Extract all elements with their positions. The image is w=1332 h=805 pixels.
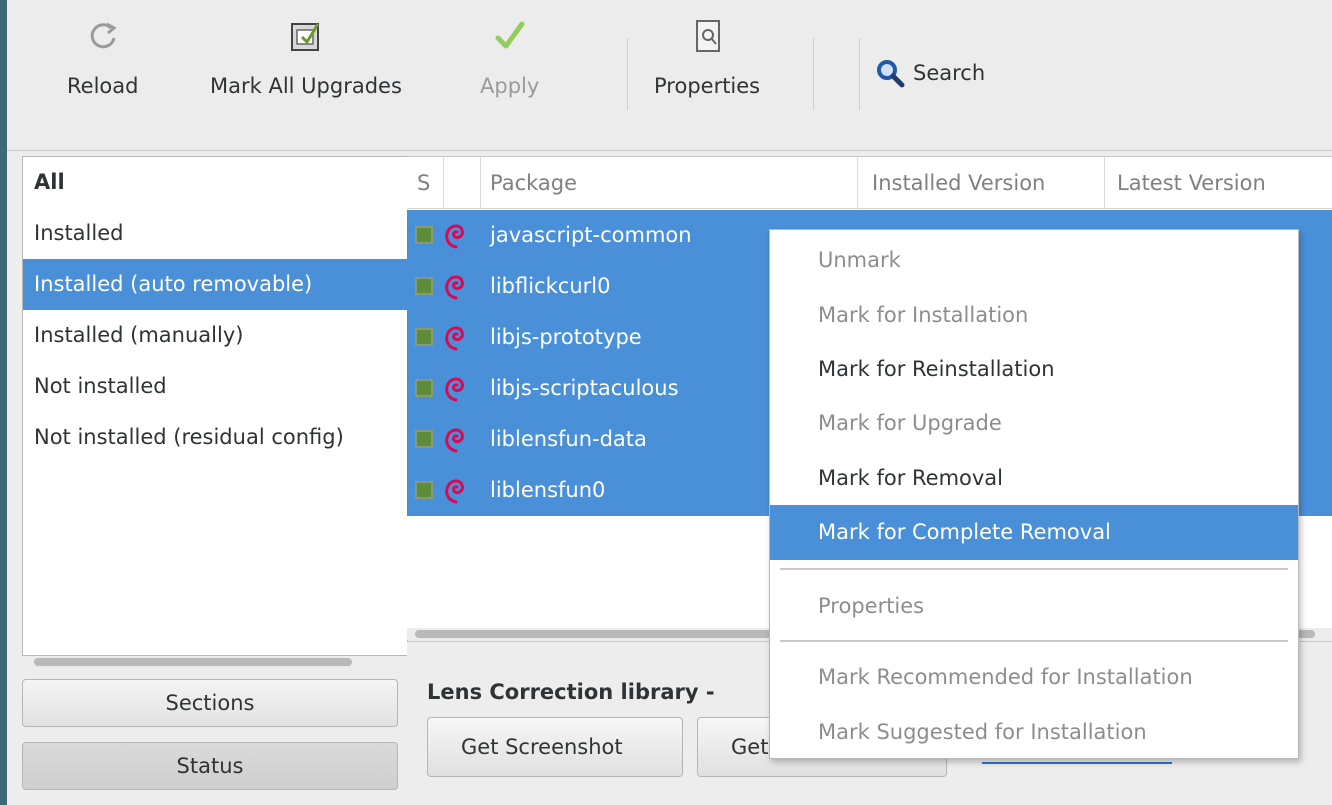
properties-icon [696,20,721,52]
toolbar-separator [859,38,860,110]
debian-swirl-icon [445,224,464,249]
properties-label: Properties [654,74,761,98]
status-checkbox[interactable] [415,226,433,244]
debian-swirl-icon [445,428,464,453]
package-name: liblensfun-data [490,427,647,451]
menu-separator [780,640,1288,642]
debian-swirl-icon [445,326,464,351]
menu-item-properties[interactable]: Properties [770,579,1298,634]
menu-separator [780,568,1288,570]
column-divider [443,157,444,209]
filter-item-auto-removable[interactable]: Installed (auto removable) [23,259,407,310]
menu-item-mark-complete-removal[interactable]: Mark for Complete Removal [770,505,1298,560]
menu-item-mark-removal[interactable]: Mark for Removal [770,451,1298,506]
debian-swirl-icon [445,377,464,402]
mark-upgrades-icon [290,23,320,51]
status-checkbox[interactable] [415,430,433,448]
toolbar-separator [813,38,814,110]
reload-button[interactable]: Reload [67,18,138,98]
window-edge [0,0,7,805]
search-icon [877,60,905,88]
package-name: libjs-scriptaculous [490,376,679,400]
description-title: Lens Correction library - [427,680,715,704]
sections-button[interactable]: Sections [22,679,398,727]
column-header-package[interactable]: Package [490,157,577,209]
filter-item-installed[interactable]: Installed [23,208,407,259]
scrollbar-thumb[interactable] [34,658,352,666]
table-header: S Package Installed Version Latest Versi… [407,157,1332,209]
menu-item-mark-reinstallation[interactable]: Mark for Reinstallation [770,342,1298,397]
debian-swirl-icon [445,275,464,300]
menu-item-mark-suggested[interactable]: Mark Suggested for Installation [770,705,1298,760]
reload-label: Reload [67,74,139,98]
mark-all-upgrades-label: Mark All Upgrades [210,74,402,98]
menu-item-mark-installation[interactable]: Mark for Installation [770,288,1298,343]
context-menu: Unmark Mark for Installation Mark for Re… [769,229,1299,759]
toolbar-separator [627,38,628,110]
status-checkbox[interactable] [415,328,433,346]
column-divider [480,157,481,209]
debian-swirl-icon [445,479,464,504]
filter-item-all[interactable]: All [23,157,407,208]
package-name: libflickcurl0 [490,274,611,298]
reload-icon [90,22,117,49]
filter-item-manually[interactable]: Installed (manually) [23,310,407,361]
apply-label: Apply [480,74,540,98]
package-name: liblensfun0 [490,478,606,502]
column-header-installed-version[interactable]: Installed Version [872,157,1045,209]
mark-all-upgrades-button[interactable]: Mark All Upgrades [210,18,402,98]
status-button[interactable]: Status [22,742,398,790]
filter-item-not-installed[interactable]: Not installed [23,361,407,412]
status-checkbox[interactable] [415,277,433,295]
package-name: libjs-prototype [490,325,642,349]
properties-button[interactable]: Properties [654,18,760,98]
get-screenshot-button[interactable]: Get Screenshot [427,717,683,777]
menu-item-unmark[interactable]: Unmark [770,233,1298,288]
filter-scrollbar[interactable] [22,656,408,668]
status-checkbox[interactable] [415,481,433,499]
apply-button[interactable]: Apply [480,18,539,98]
apply-check-icon [495,21,525,49]
filter-list: All Installed Installed (auto removable)… [22,156,408,656]
column-header-status[interactable]: S [417,157,430,209]
column-divider [857,157,858,209]
package-name: javascript-common [490,223,692,247]
homepage-link[interactable] [982,762,1172,764]
search-button[interactable]: Search [875,58,985,88]
column-header-latest-version[interactable]: Latest Version [1117,157,1266,209]
filter-item-residual-config[interactable]: Not installed (residual config) [23,412,407,463]
search-label: Search [913,61,986,85]
menu-item-mark-upgrade[interactable]: Mark for Upgrade [770,396,1298,451]
menu-item-mark-recommended[interactable]: Mark Recommended for Installation [770,650,1298,705]
toolbar: Reload Mark All Upgrades Apply Propertie… [7,0,1332,150]
column-divider [1104,157,1105,209]
status-checkbox[interactable] [415,379,433,397]
